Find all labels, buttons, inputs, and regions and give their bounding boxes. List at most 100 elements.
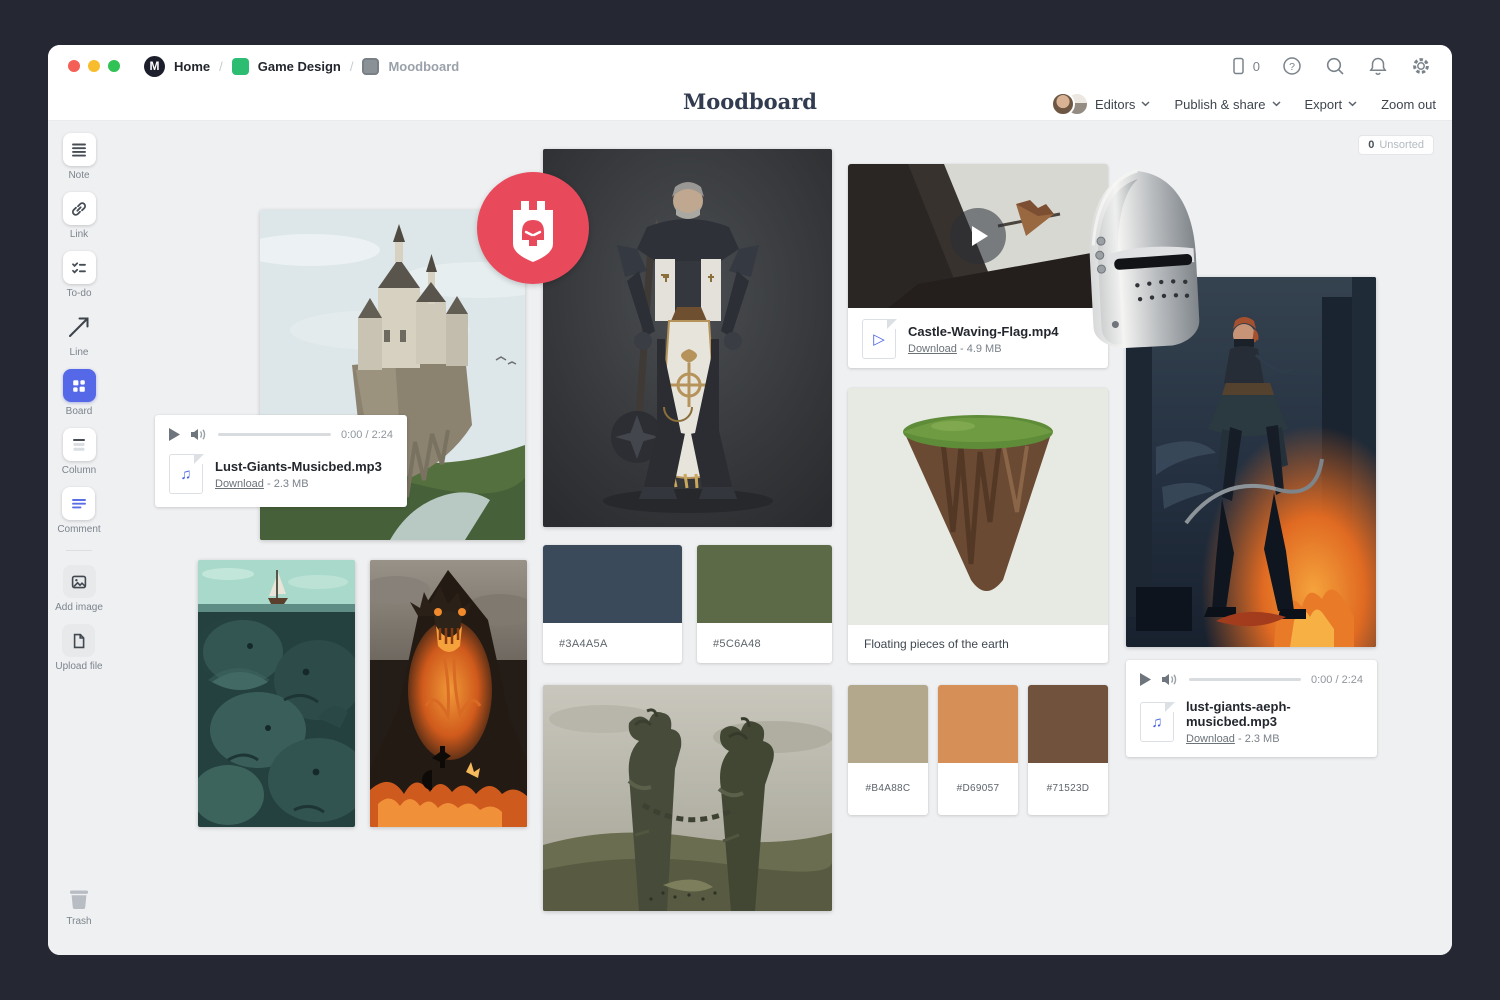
tool-todo[interactable]: To-do [63,251,96,299]
tool-link[interactable]: Link [63,192,96,240]
chevron-down-icon [1272,101,1281,107]
publish-share-menu[interactable]: Publish & share [1174,97,1280,112]
audio-progress-bar[interactable] [218,433,331,436]
settings-button[interactable] [1410,55,1432,77]
bell-icon [1367,55,1389,77]
volume-icon[interactable] [191,428,208,441]
publish-share-label: Publish & share [1174,97,1265,112]
unsorted-count: 0 [1368,139,1374,151]
chevron-down-icon [1348,101,1357,107]
topbar-icons: 0 ? [1227,55,1432,77]
color-swatch-card[interactable]: #B4A88C [848,685,928,815]
tool-label: Upload file [55,661,102,672]
mobile-count: 0 [1253,59,1260,74]
color-swatch-card[interactable]: #5C6A48 [697,545,832,663]
breadcrumb-separator: / [350,59,354,74]
fire-demon-image[interactable] [370,560,527,827]
help-icon: ? [1281,55,1303,77]
tool-upload-file[interactable]: Upload file [55,624,102,672]
column-icon [63,428,96,461]
trash-dropzone[interactable]: Trash [48,886,110,927]
audio-progress-bar[interactable] [1189,678,1301,681]
sidebar-divider [66,550,92,551]
milanote-logo-icon[interactable]: M [144,56,165,77]
tool-label: Note [68,170,89,181]
upload-file-icon [62,624,95,657]
audio-time: 0:00 / 2:24 [1311,674,1363,686]
tool-comment[interactable]: Comment [57,487,100,535]
line-arrow-icon [63,310,96,343]
breadcrumb-home[interactable]: Home [174,59,210,74]
close-window-button[interactable] [68,60,80,72]
audio-file-icon: ♫ [1140,702,1174,742]
tool-note[interactable]: Note [63,133,96,181]
tool-label: Add image [55,602,103,613]
notifications-button[interactable] [1367,55,1389,77]
floating-island-card[interactable]: Floating pieces of the earth [848,388,1108,663]
play-button[interactable] [1140,673,1152,686]
trash-icon [66,886,92,912]
chevron-down-icon [1141,101,1150,107]
unsorted-badge[interactable]: 0 Unsorted [1358,135,1434,155]
audio-download-link[interactable]: Download [1186,733,1235,745]
tool-label: To-do [66,288,91,299]
audio-filename: Lust-Giants-Musicbed.mp3 [215,459,382,474]
tool-add-image[interactable]: Add image [55,565,103,613]
tool-label: Board [66,406,93,417]
tool-board[interactable]: Board [63,369,96,417]
video-play-button[interactable] [950,208,1006,264]
color-swatch-block [1028,685,1108,763]
sea-monster-image[interactable] [198,560,355,827]
color-swatch-hex: #D69057 [938,783,1018,794]
color-swatch-card[interactable]: #D69057 [938,685,1018,815]
search-button[interactable] [1324,55,1346,77]
gear-icon [1410,55,1432,77]
audio-filename: lust-giants-aeph-musicbed.mp3 [1186,699,1363,729]
breadcrumb-project[interactable]: Game Design [258,59,341,74]
zoom-out-label: Zoom out [1381,97,1436,112]
color-swatch-hex: #3A4A5A [543,623,682,665]
island-caption: Floating pieces of the earth [848,625,1108,663]
project-board-icon[interactable] [232,58,249,75]
editors-menu[interactable]: Editors [1051,92,1150,116]
board-icon [63,369,96,402]
color-swatch-block [938,685,1018,763]
play-button[interactable] [169,428,181,441]
volume-icon[interactable] [1162,673,1179,686]
link-icon [63,192,96,225]
giant-hands-image[interactable] [543,685,832,911]
minimize-window-button[interactable] [88,60,100,72]
todo-icon [63,251,96,284]
color-swatch-block [697,545,832,623]
video-download-link[interactable]: Download [908,343,957,355]
zoom-out-button[interactable]: Zoom out [1381,97,1436,112]
color-swatch-hex: #5C6A48 [697,623,832,665]
board-actions: Editors Publish & share Export Zoom out [1051,87,1436,121]
window-controls [68,60,120,72]
audio-file-icon: ♫ [169,454,203,494]
audio-download-link[interactable]: Download [215,478,264,490]
audio-card[interactable]: 0:00 / 2:24 ♫ lust-giants-aeph-musicbed.… [1126,660,1377,757]
tool-line[interactable]: Line [63,310,96,358]
export-label: Export [1305,97,1343,112]
trash-label: Trash [66,916,91,927]
unsorted-label: Unsorted [1379,139,1424,151]
board-canvas[interactable]: 0 Unsorted [48,121,1452,955]
color-swatch-card[interactable]: #3A4A5A [543,545,682,663]
help-button[interactable]: ? [1281,55,1303,77]
export-menu[interactable]: Export [1305,97,1358,112]
knight-helmet-image[interactable] [1068,165,1216,353]
video-filesize: 4.9 MB [967,343,1002,355]
search-icon [1324,55,1346,77]
audio-time: 0:00 / 2:24 [341,429,393,441]
mobile-sync-button[interactable]: 0 [1227,55,1260,77]
editors-label: Editors [1095,97,1135,112]
breadcrumb-separator: / [219,59,223,74]
audio-card[interactable]: 0:00 / 2:24 ♫ Lust-Giants-Musicbed.mp3 D… [155,415,407,507]
castle-shield-badge-icon[interactable] [477,172,589,284]
tool-label: Column [62,465,96,476]
tool-column[interactable]: Column [62,428,96,476]
color-swatch-block [848,685,928,763]
maximize-window-button[interactable] [108,60,120,72]
color-swatch-card[interactable]: #71523D [1028,685,1108,815]
